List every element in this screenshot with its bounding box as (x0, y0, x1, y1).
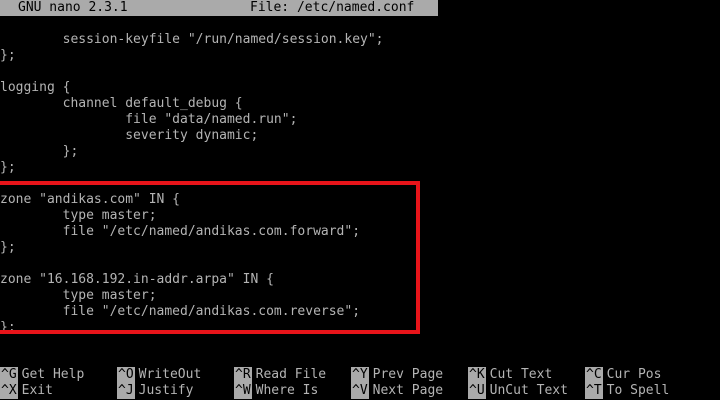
shortcut-key: ^J (117, 383, 135, 399)
editor-line[interactable]: }; (0, 160, 16, 176)
file-name: File: /etc/named.conf (250, 0, 415, 15)
editor-line[interactable]: }; (0, 240, 16, 256)
editor-line[interactable]: file "data/named.run"; (0, 112, 297, 128)
editor-line[interactable]: }; (0, 320, 16, 336)
shortcut-label: Cur Pos (606, 367, 662, 382)
editor-line[interactable]: file "/etc/named/andikas.com.reverse"; (0, 304, 360, 320)
shortcut-label: Justify (138, 383, 194, 398)
shortcut-label: Next Page (372, 383, 444, 398)
shortcut-cut-text[interactable]: ^K Cut Text (468, 367, 552, 383)
shortcut-key: ^Y (351, 367, 369, 383)
shortcut-exit[interactable]: ^X Exit (0, 383, 53, 399)
shortcut-cur-pos[interactable]: ^C Cur Pos (585, 367, 661, 383)
shortcut-key: ^G (0, 367, 18, 383)
shortcut-justify[interactable]: ^J Justify (117, 383, 193, 399)
shortcut-label: To Spell (606, 383, 670, 398)
editor-line[interactable]: type master; (0, 208, 157, 224)
shortcut-label: Read File (255, 367, 327, 382)
editor-line[interactable]: }; (0, 144, 79, 160)
shortcut-get-help[interactable]: ^G Get Help (0, 367, 84, 383)
shortcut-to-spell[interactable]: ^T To Spell (585, 383, 669, 399)
shortcut-read-file[interactable]: ^R Read File (234, 367, 326, 383)
editor-area[interactable]: session-keyfile "/run/named/session.key"… (0, 24, 720, 344)
shortcut-uncut-text[interactable]: ^U UnCut Text (468, 383, 568, 399)
shortcut-label: Cut Text (489, 367, 553, 382)
shortcut-label: Get Help (21, 367, 85, 382)
editor-line[interactable]: }; (0, 48, 16, 64)
nano-title-bar: GNU nano 2.3.1 File: /etc/named.conf (0, 0, 438, 16)
editor-line[interactable]: type master; (0, 288, 157, 304)
editor-line[interactable]: logging { (0, 80, 70, 96)
shortcut-key: ^T (585, 383, 603, 399)
shortcut-writeout[interactable]: ^O WriteOut (117, 367, 201, 383)
shortcut-key: ^K (468, 367, 486, 383)
editor-line[interactable]: zone "16.168.192.in-addr.arpa" IN { (0, 272, 274, 288)
shortcut-where-is[interactable]: ^W Where Is (234, 383, 318, 399)
shortcut-key: ^O (117, 367, 135, 383)
editor-line[interactable]: channel default_debug { (0, 96, 243, 112)
app-name: GNU nano 2.3.1 (18, 0, 128, 15)
shortcut-key: ^R (234, 367, 252, 383)
shortcut-label: WriteOut (138, 367, 202, 382)
shortcut-key: ^C (585, 367, 603, 383)
editor-line[interactable]: zone "andikas.com" IN { (0, 192, 180, 208)
editor-line[interactable]: file "/etc/named/andikas.com.forward"; (0, 224, 360, 240)
shortcut-key: ^X (0, 383, 18, 399)
shortcut-next-page[interactable]: ^V Next Page (351, 383, 443, 399)
editor-line[interactable]: session-keyfile "/run/named/session.key"… (0, 32, 384, 48)
shortcut-label: Where Is (255, 383, 319, 398)
shortcut-label: Exit (21, 383, 53, 398)
shortcut-label: Prev Page (372, 367, 444, 382)
shortcut-prev-page[interactable]: ^Y Prev Page (351, 367, 443, 383)
shortcut-bar: ^G Get Help ^O WriteOut ^R Read File ^Y Prev… (0, 367, 720, 400)
shortcut-key: ^W (234, 383, 252, 399)
shortcut-key: ^V (351, 383, 369, 399)
editor-line[interactable]: severity dynamic; (0, 128, 258, 144)
shortcut-label: UnCut Text (489, 383, 568, 398)
shortcut-key: ^U (468, 383, 486, 399)
